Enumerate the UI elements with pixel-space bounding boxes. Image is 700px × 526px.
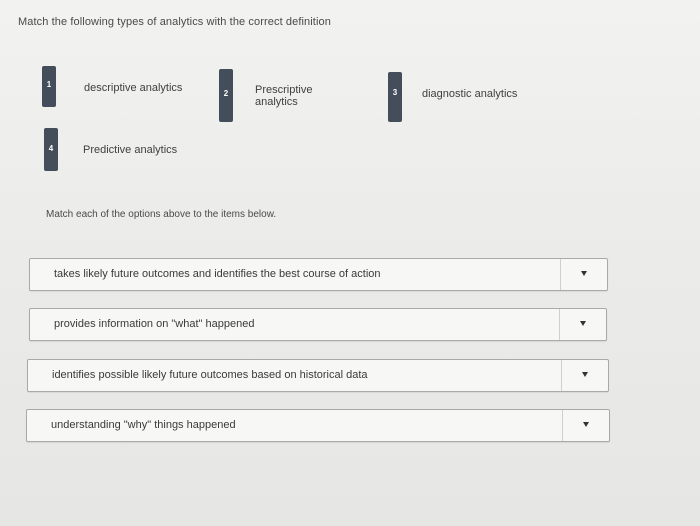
option-number-tag[interactable]: 3: [388, 72, 402, 122]
caret-down-icon[interactable]: [583, 422, 589, 427]
question-text: Match the following types of analytics w…: [18, 16, 331, 28]
option-number-tag[interactable]: 4: [44, 128, 58, 171]
option-2[interactable]: 2 Prescriptive analytics: [219, 69, 312, 122]
option-number: 1: [46, 80, 52, 89]
option-label-line: descriptive analytics: [84, 82, 183, 94]
option-label-line: Predictive analytics: [83, 144, 178, 156]
option-3[interactable]: 3 diagnostic analytics: [388, 72, 517, 122]
option-1[interactable]: 1 descriptive analytics: [42, 66, 182, 107]
option-4[interactable]: 4 Predictive analytics: [44, 128, 177, 171]
answer-dropdown[interactable]: [561, 360, 608, 391]
answer-dropdown[interactable]: [560, 259, 607, 290]
item-definition: identifies possible likely future outcom…: [52, 369, 368, 381]
caret-down-icon[interactable]: [582, 372, 588, 377]
item-definition: takes likely future outcomes and identif…: [54, 268, 381, 280]
match-row[interactable]: identifies possible likely future outcom…: [27, 359, 609, 392]
caret-down-icon[interactable]: [580, 321, 586, 326]
option-number: 2: [223, 89, 229, 98]
option-number: 3: [392, 88, 398, 97]
page: Match the following types of analytics w…: [0, 0, 700, 526]
answer-dropdown[interactable]: [562, 410, 609, 441]
option-label-line: analytics: [255, 96, 298, 108]
item-definition: provides information on "what" happened: [54, 318, 255, 330]
option-number-tag[interactable]: 1: [42, 66, 56, 107]
match-row[interactable]: provides information on "what" happened: [29, 308, 607, 341]
option-label: Prescriptive analytics: [255, 84, 312, 108]
option-label: Predictive analytics: [83, 144, 177, 156]
match-row[interactable]: takes likely future outcomes and identif…: [29, 258, 608, 291]
match-row[interactable]: understanding "why" things happened: [26, 409, 610, 442]
option-label: descriptive analytics: [84, 82, 182, 94]
instructions-text: Match each of the options above to the i…: [46, 209, 277, 220]
option-label-line: Prescriptive: [255, 84, 313, 96]
item-definition: understanding "why" things happened: [51, 419, 236, 431]
option-label-line: diagnostic analytics: [422, 88, 518, 100]
caret-down-icon[interactable]: [581, 271, 587, 276]
option-number: 4: [48, 144, 54, 153]
answer-dropdown[interactable]: [559, 309, 606, 340]
option-label: diagnostic analytics: [422, 88, 517, 100]
option-number-tag[interactable]: 2: [219, 69, 233, 122]
